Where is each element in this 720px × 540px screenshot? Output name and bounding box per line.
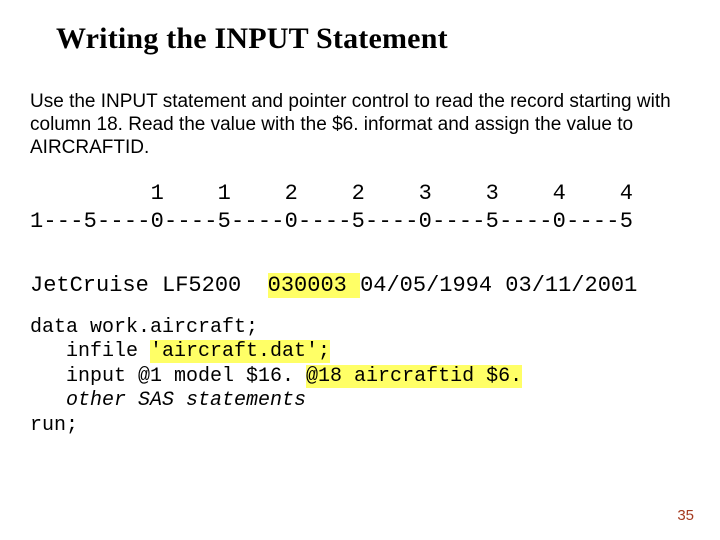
data-dates: 04/05/1994 03/11/2001 (360, 273, 637, 298)
code-line-3b: @18 aircraftid $6. (306, 365, 522, 388)
code-line-1: data work.aircraft; (30, 316, 258, 339)
data-record: JetCruise LF5200 030003 04/05/1994 03/11… (30, 272, 637, 300)
data-gap (241, 273, 267, 298)
ruler-units: 1---5----0----5----0----5----0----5----0… (30, 209, 633, 234)
slide: Writing the INPUT Statement Use the INPU… (0, 0, 720, 540)
data-model: JetCruise LF5200 (30, 273, 241, 298)
code-line-2a: infile (30, 340, 150, 363)
slide-title: Writing the INPUT Statement (56, 22, 680, 56)
code-line-3a: input @1 model $16. (30, 365, 306, 388)
ruler-tens: 1 1 2 2 3 3 4 4 (30, 181, 633, 206)
code-line-2b: 'aircraft.dat'; (150, 340, 330, 363)
code-line-4: other SAS statements (30, 389, 306, 412)
column-ruler: 1 1 2 2 3 3 4 4 1---5----0----5----0----… (30, 180, 633, 235)
sas-code: data work.aircraft; infile 'aircraft.dat… (30, 316, 522, 438)
body-paragraph: Use the INPUT statement and pointer cont… (30, 90, 686, 160)
data-aircraftid: 030003 (268, 273, 360, 298)
page-number: 35 (677, 507, 694, 524)
code-line-5: run; (30, 414, 78, 437)
